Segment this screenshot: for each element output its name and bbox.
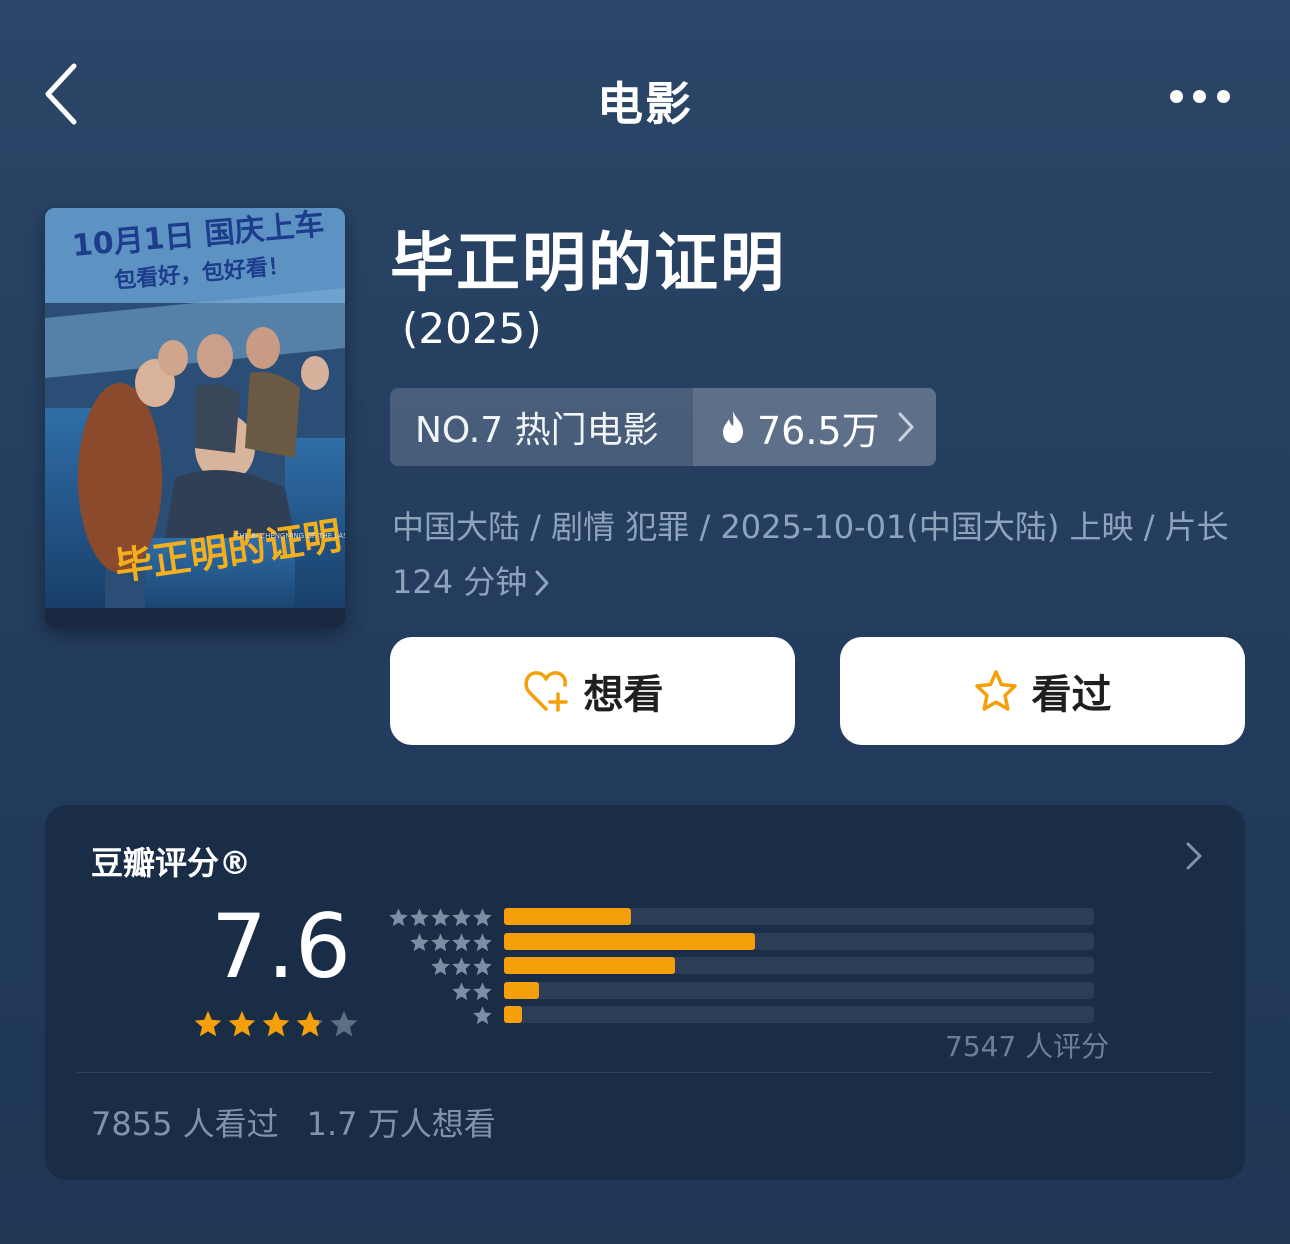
poster-art: 10月1日 国庆上车 包看好，包好看！ 毕正明的证明 THE BI ZHENGM… — [45, 208, 345, 628]
want-label: 想看 — [583, 672, 664, 718]
star-partial-icon — [296, 1010, 324, 1037]
star-small-icon — [410, 932, 429, 951]
rating-title: 豆瓣评分® — [91, 844, 252, 882]
star-small-icon — [452, 981, 471, 1000]
heat-link[interactable]: 76.5万 — [693, 388, 936, 466]
rank-label: NO.7 热门电影 — [415, 410, 659, 451]
movie-year: (2025) — [402, 304, 542, 353]
top-bar: 电影 — [0, 0, 1290, 195]
movie-meta-link[interactable]: 中国大陆 / 剧情 犯罪 / 2025-10-01(中国大陆) 上映 / 片长 … — [392, 500, 1252, 610]
watch-stats: 7855 人看过 1.7 万人想看 — [91, 1099, 496, 1145]
chevron-right-icon — [1186, 842, 1202, 870]
chevron-right-icon — [535, 570, 549, 596]
want-count: 1.7 万人想看 — [306, 1105, 496, 1143]
star-small-icon — [473, 981, 492, 1000]
more-options-button[interactable] — [1160, 80, 1240, 114]
rating-count: 7547 人评分 — [945, 1030, 1110, 1063]
star-small-icon — [431, 908, 450, 927]
star-small-icon — [452, 908, 471, 927]
movie-title: 毕正明的证明 — [390, 227, 786, 301]
heat-value: 76.5万 — [757, 408, 880, 453]
star-outline-icon — [974, 670, 1017, 711]
distribution-track — [504, 908, 1094, 925]
star-small-icon — [452, 932, 471, 951]
row-stars — [383, 956, 494, 980]
distribution-track — [504, 932, 1094, 950]
star-small-icon — [410, 908, 429, 927]
distribution-track — [504, 1006, 1094, 1023]
distribution-bar — [504, 908, 631, 925]
seen-label: 看过 — [1031, 672, 1112, 718]
more-dot-icon — [1170, 90, 1183, 103]
star-small-icon — [473, 932, 492, 951]
distribution-track — [504, 981, 1094, 999]
flame-icon — [723, 411, 743, 443]
distribution-track — [504, 957, 1094, 974]
rank-link[interactable]: NO.7 热门电影 — [390, 388, 693, 466]
divider — [77, 1072, 1213, 1073]
star-filled-icon — [194, 1010, 222, 1037]
star-filled-icon — [228, 1010, 256, 1037]
more-dot-icon — [1193, 90, 1206, 103]
chevron-right-icon — [898, 412, 914, 442]
score-stars — [193, 1009, 363, 1039]
star-small-icon — [431, 932, 450, 951]
star-small-icon — [389, 908, 408, 927]
rating-card[interactable]: 豆瓣评分® 7.6 7547 人评分 7855 人看过 1.7 万人想看 — [45, 805, 1245, 1180]
distribution-bar — [504, 981, 540, 999]
page-title: 电影 — [597, 77, 693, 131]
star-small-icon — [473, 957, 492, 976]
row-stars — [383, 932, 494, 956]
watched-button[interactable]: 看过 — [840, 637, 1245, 745]
heart-plus-icon — [523, 671, 568, 712]
more-dot-icon — [1217, 90, 1230, 103]
star-filled-icon — [262, 1010, 290, 1037]
star-small-icon — [452, 957, 471, 976]
rating-score: 7.6 — [211, 895, 351, 998]
row-stars — [383, 981, 494, 1005]
star-small-icon — [473, 908, 492, 927]
row-stars — [383, 1005, 494, 1029]
row-stars — [383, 907, 494, 931]
movie-meta: 中国大陆 / 剧情 犯罪 / 2025-10-01(中国大陆) 上映 / 片长 … — [392, 508, 1229, 601]
movie-poster[interactable]: 10月1日 国庆上车 包看好，包好看！ 毕正明的证明 THE BI ZHENGM… — [45, 208, 345, 628]
distribution-bar — [504, 1006, 522, 1023]
seen-count: 7855 人看过 — [91, 1105, 279, 1143]
poster-english-title: THE BI ZHENGMING OF THE LAST RECORD — [234, 532, 345, 540]
star-small-icon — [473, 1006, 492, 1025]
star-small-icon — [431, 957, 450, 976]
distribution-bar — [504, 957, 676, 974]
star-empty-icon — [330, 1010, 358, 1037]
distribution-bar — [504, 932, 755, 950]
want-to-watch-button[interactable]: 想看 — [390, 637, 795, 745]
rank-pill: NO.7 热门电影 76.5万 — [390, 388, 936, 466]
